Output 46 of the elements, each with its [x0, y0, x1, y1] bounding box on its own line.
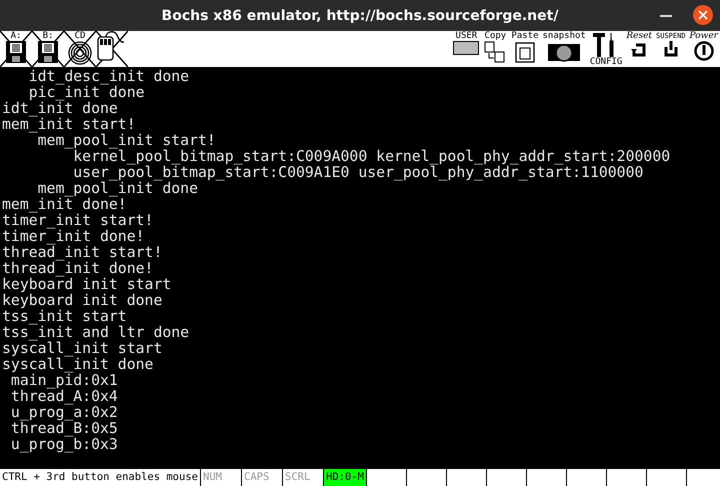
console-line: idt_init done [2, 101, 119, 117]
console-line: keyboard init done [2, 293, 164, 309]
console-line: syscall_init done [2, 357, 154, 373]
console-line: syscall_init start [2, 341, 164, 357]
console-line: thread_init done! [2, 261, 154, 277]
suspend-icon [662, 41, 679, 57]
console-line: keyboard init start [2, 277, 172, 293]
console-line: idt_desc_init done [28, 69, 190, 85]
power-icon [694, 41, 714, 61]
clipboard-icon [514, 41, 535, 63]
console-line: user_pool_bitmap_start:C009A1E0 user_pool_phy_addr_start:1100000 [72, 165, 644, 181]
console-line: timer_init start! [2, 213, 154, 229]
console-line: u_prog_b:0x3 [10, 437, 119, 453]
disc-icon [68, 41, 92, 65]
status-indicator: NUM [201, 469, 242, 486]
console-line: thread_B:0x5 [10, 421, 119, 437]
console-line: mem_init done! [2, 197, 127, 213]
copy-icon [484, 41, 506, 63]
status-message: CTRL + 3rd button enables mouse [0, 469, 201, 486]
console-line: pic_init done [28, 85, 146, 101]
mouse-icon [97, 31, 127, 61]
reset-icon [631, 41, 648, 57]
console-line: main_pid:0x1 [10, 373, 119, 389]
floppy-icon [5, 41, 27, 63]
floppy-icon [37, 41, 59, 63]
status-indicator: CAPS [242, 469, 283, 486]
console-line: thread_init start! [2, 245, 164, 261]
config-button[interactable]: CONFIG [588, 31, 624, 67]
mouse-button[interactable] [96, 31, 128, 67]
console-line: tss_init and ltr done [2, 325, 190, 341]
window-title: Bochs x86 emulator, http://bochs.sourceforge.net/ [162, 8, 558, 24]
console-line: thread_A:0x4 [10, 389, 119, 405]
keyboard-icon [453, 41, 480, 55]
close-icon[interactable] [693, 5, 713, 25]
console-line: tss_init start [2, 309, 128, 325]
console-line: mem_pool_init start! [38, 133, 217, 149]
floppy-button[interactable]: A: [0, 31, 32, 67]
console-line: mem_init start! [2, 117, 137, 133]
camera-icon [548, 41, 580, 63]
console-line: kernel_pool_bitmap_start:C009A000 kernel_pool_phy_addr_start:200000 [73, 149, 672, 165]
status-indicator: HD:0-M [324, 469, 367, 486]
cdrom-button[interactable]: CD [64, 31, 96, 67]
console-line: mem_pool_init done [36, 181, 198, 197]
console-line: u_prog_a:0x2 [10, 405, 119, 421]
floppy-button[interactable]: B: [32, 31, 64, 67]
console-line: timer_init done! [2, 229, 146, 245]
